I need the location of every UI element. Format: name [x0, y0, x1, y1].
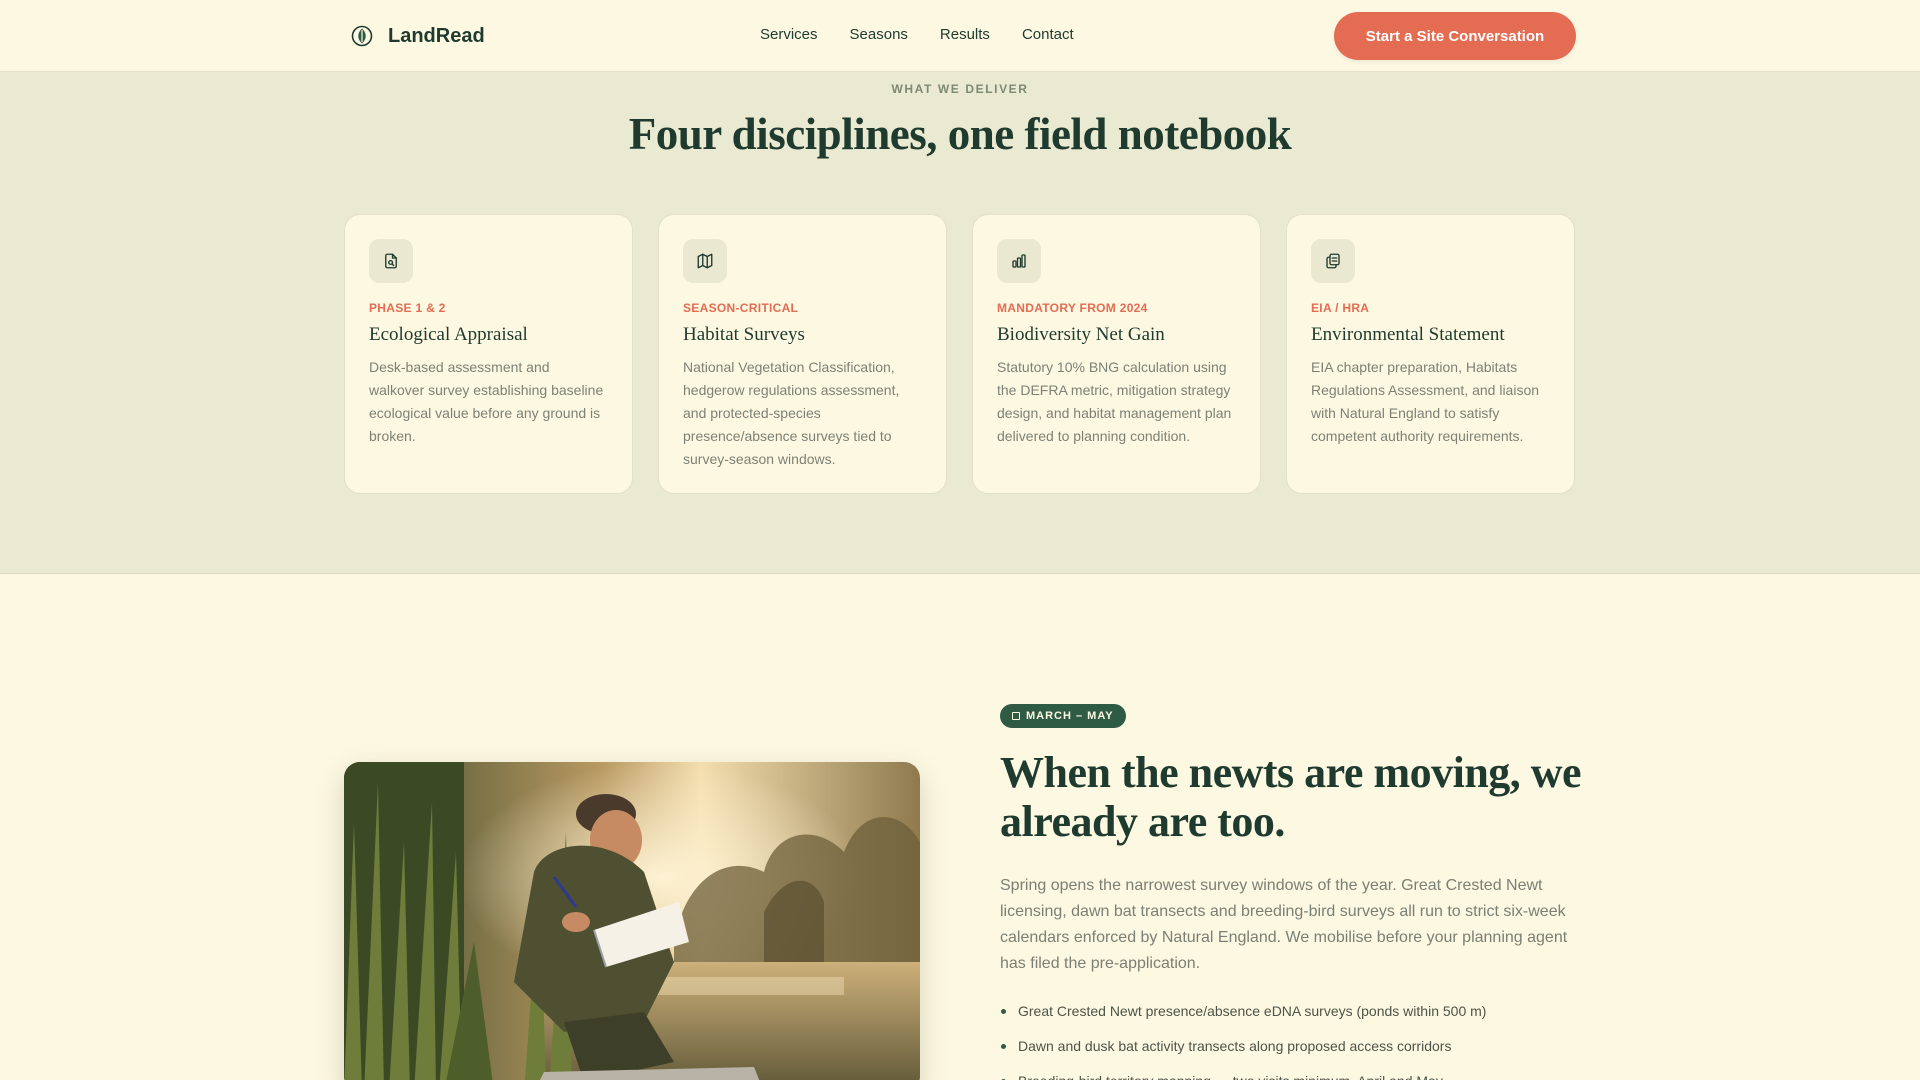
- card-description: EIA chapter preparation, Habitats Regula…: [1311, 359, 1540, 444]
- nav-link-services[interactable]: Services: [760, 26, 818, 43]
- section-title: Four disciplines, one field notebook: [628, 109, 1292, 159]
- card-tag: MANDATORY FROM 2024: [997, 301, 1148, 315]
- card-description: Desk-based assessment and walkover surve…: [369, 359, 604, 444]
- leaf-icon: [351, 25, 373, 47]
- service-card-biodiversity-net-gain[interactable]: MANDATORY FROM 2024 Biodiversity Net Gai…: [972, 214, 1261, 494]
- document-search-icon: [369, 239, 413, 283]
- season-survey-list: Great Crested Newt presence/absence eDNA…: [1000, 1000, 1580, 1080]
- card-title: Ecological Appraisal: [369, 324, 528, 345]
- list-item: Breeding-bird territory mapping — two vi…: [1000, 1070, 1580, 1080]
- card-description: Statutory 10% BNG calculation using the …: [997, 359, 1232, 444]
- card-tag: EIA / HRA: [1311, 301, 1370, 315]
- section-eyebrow: WHAT WE DELIVER: [891, 82, 1029, 96]
- brand-logo[interactable]: LandRead: [350, 24, 485, 48]
- list-item: Great Crested Newt presence/absence eDNA…: [1000, 1000, 1580, 1022]
- nav-link-seasons[interactable]: Seasons: [850, 26, 908, 43]
- service-card-environmental-statement[interactable]: EIA / HRA Environmental Statement EIA ch…: [1286, 214, 1575, 494]
- service-card-ecological-appraisal[interactable]: PHASE 1 & 2 Ecological Appraisal Desk-ba…: [344, 214, 633, 494]
- list-item: Dawn and dusk bat activity transects alo…: [1000, 1035, 1580, 1057]
- card-title: Habitat Surveys: [683, 324, 805, 345]
- main-nav: Services Seasons Results Contact: [760, 26, 1074, 43]
- card-tag: SEASON-CRITICAL: [683, 301, 799, 315]
- calendar-icon: [1012, 712, 1020, 720]
- nav-link-contact[interactable]: Contact: [1022, 26, 1074, 43]
- map-icon: [683, 239, 727, 283]
- start-conversation-button[interactable]: Start a Site Conversation: [1334, 12, 1576, 60]
- season-lead: Spring opens the narrowest survey window…: [1000, 877, 1568, 972]
- season-badge-label: MARCH – MAY: [1026, 710, 1114, 722]
- card-description: National Vegetation Classification, hedg…: [683, 359, 900, 467]
- season-title: When the newts are moving, we already ar…: [1000, 748, 1582, 846]
- clipboard-icon: [1311, 239, 1355, 283]
- site-header: LandRead Services Seasons Results Contac…: [0, 0, 1920, 72]
- service-cards: PHASE 1 & 2 Ecological Appraisal Desk-ba…: [344, 214, 1575, 494]
- service-card-habitat-surveys[interactable]: SEASON-CRITICAL Habitat Surveys National…: [658, 214, 947, 494]
- field-survey-photo: [344, 762, 920, 1080]
- nav-link-results[interactable]: Results: [940, 26, 990, 43]
- season-badge: MARCH – MAY: [1000, 704, 1126, 728]
- card-tag: PHASE 1 & 2: [369, 301, 446, 315]
- services-section: WHAT WE DELIVER Four disciplines, one fi…: [0, 72, 1920, 574]
- card-title: Environmental Statement: [1311, 324, 1505, 345]
- brand-name: LandRead: [388, 24, 485, 47]
- bar-chart-icon: [997, 239, 1041, 283]
- card-title: Biodiversity Net Gain: [997, 324, 1165, 345]
